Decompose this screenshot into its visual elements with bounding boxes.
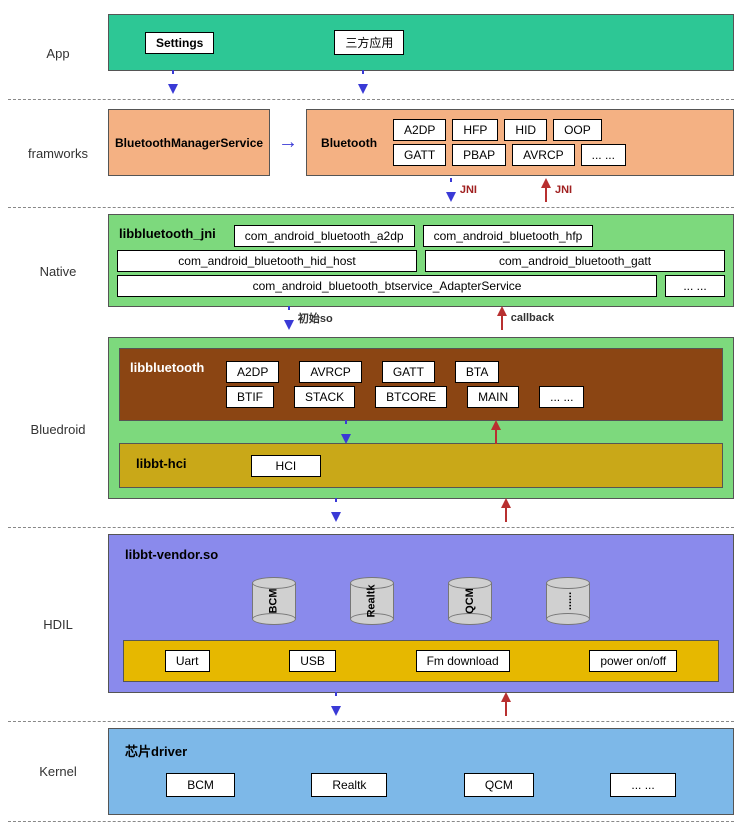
jni-adapter: com_android_bluetooth_btservice_AdapterS… — [117, 275, 657, 297]
arrow-up-icon — [501, 692, 511, 716]
separator — [8, 99, 734, 100]
jni-hid: com_android_bluetooth_hid_host — [117, 250, 417, 272]
separator — [8, 721, 734, 722]
profile-oop: OOP — [553, 119, 602, 141]
cyl-qcm-label: QCM — [464, 588, 476, 614]
separator — [8, 207, 734, 208]
layer-label-kernel: Kernel — [8, 728, 108, 815]
profile-pbap: PBAP — [452, 144, 506, 166]
hci-title: libbt-hci — [134, 454, 191, 477]
lib-main: MAIN — [467, 386, 519, 408]
chip-realtk: Realtk — [311, 773, 387, 797]
jni-hfp: com_android_bluetooth_hfp — [423, 225, 594, 247]
arrow-up-icon — [541, 178, 551, 202]
hdil-container: libbt-vendor.so BCM Realtk QCM ...... Ua… — [108, 534, 734, 693]
chip-more: ... ... — [610, 773, 675, 797]
profile-hfp: HFP — [452, 119, 498, 141]
arrow-down-icon — [331, 692, 341, 716]
lib-btif: BTIF — [226, 386, 274, 408]
arrow-up-icon — [497, 306, 507, 330]
bluedroid-container: libbluetooth A2DP AVRCP GATT BTA BTIF ST… — [108, 337, 734, 499]
arrow-down-icon — [284, 306, 294, 330]
profile-gatt: GATT — [393, 144, 446, 166]
bluetooth-title: Bluetooth — [315, 136, 383, 150]
layer-kernel: Kernel 芯片driver BCM Realtk QCM ... ... — [8, 724, 734, 819]
kernel-title: 芯片driver — [123, 739, 719, 766]
arrow-down-icon — [341, 420, 351, 444]
native-title: libbluetooth_jni — [117, 224, 226, 247]
arrow-up-icon — [491, 420, 501, 444]
arrow-down-icon — [446, 178, 456, 202]
kernel-container: 芯片driver BCM Realtk QCM ... ... — [108, 728, 734, 815]
layer-label-bluedroid: Bluedroid — [8, 337, 108, 521]
lib-title: libbluetooth — [128, 358, 218, 381]
transport-container: Uart USB Fm download power on/off — [123, 640, 719, 682]
libbt-hci-container: libbt-hci HCI — [119, 443, 723, 488]
hdil-title: libbt-vendor.so — [123, 545, 719, 568]
layer-native: Native libbluetooth_jni com_android_blue… — [8, 210, 734, 333]
callback-label: callback — [511, 312, 554, 324]
profile-avrcp: AVRCP — [512, 144, 574, 166]
init-label: 初始so — [298, 310, 333, 326]
lib-avrcp: AVRCP — [299, 361, 361, 383]
box-bluetooth: Bluetooth A2DP HFP HID OOP GATT PBAP AVR… — [306, 109, 734, 176]
cyl-realtk-label: Realtk — [366, 584, 378, 617]
architecture-diagram: App Settings 三方应用 framworks BluetoothMan… — [0, 0, 742, 834]
jni-a2dp: com_android_bluetooth_a2dp — [234, 225, 415, 247]
layer-label-native: Native — [8, 214, 108, 329]
transport-power: power on/off — [589, 650, 677, 672]
profile-more: ... ... — [581, 144, 626, 166]
lib-gatt: GATT — [382, 361, 435, 383]
layer-app: App Settings 三方应用 — [8, 10, 734, 97]
app-container: Settings 三方应用 — [108, 14, 734, 71]
separator — [8, 527, 734, 528]
layer-label-hdil: HDIL — [8, 534, 108, 715]
chip-qcm: QCM — [464, 773, 534, 797]
jni-gatt: com_android_bluetooth_gatt — [425, 250, 725, 272]
libbluetooth-container: libbluetooth A2DP AVRCP GATT BTA BTIF ST… — [119, 348, 723, 421]
cylinder-bcm: BCM — [252, 577, 296, 625]
lib-bta: BTA — [455, 361, 499, 383]
lib-more: ... ... — [539, 386, 584, 408]
lib-a2dp: A2DP — [226, 361, 279, 383]
box-bms: BluetoothManagerService — [108, 109, 270, 176]
layer-label-frameworks: framworks — [8, 106, 108, 201]
arrow-down-icon — [358, 70, 368, 94]
native-container: libbluetooth_jni com_android_bluetooth_a… — [108, 214, 734, 307]
arrow-down-icon — [168, 70, 178, 94]
bms-label: BluetoothManagerService — [115, 136, 263, 150]
cyl-more-label: ...... — [562, 592, 574, 610]
layer-label-app: App — [8, 14, 108, 93]
jni-label: JNI — [555, 184, 572, 196]
lib-btcore: BTCORE — [375, 386, 447, 408]
lib-stack: STACK — [294, 386, 355, 408]
transport-fm: Fm download — [416, 650, 510, 672]
cylinder-realtk: Realtk — [350, 577, 394, 625]
layer-bluedroid: Bluedroid libbluetooth A2DP AVRCP GATT B… — [8, 333, 734, 525]
layer-frameworks: framworks BluetoothManagerService → Blue… — [8, 102, 734, 205]
transport-usb: USB — [289, 650, 336, 672]
transport-uart: Uart — [165, 650, 210, 672]
jni-more: ... ... — [665, 275, 725, 297]
separator — [8, 821, 734, 822]
arrow-up-icon — [501, 498, 511, 522]
jni-label: JNI — [460, 184, 477, 196]
box-settings: Settings — [145, 32, 214, 54]
cylinder-more: ...... — [546, 577, 590, 625]
cyl-bcm-label: BCM — [268, 588, 280, 613]
profile-a2dp: A2DP — [393, 119, 446, 141]
arrow-down-icon — [331, 498, 341, 522]
layer-hdil: HDIL libbt-vendor.so BCM Realtk QCM ....… — [8, 530, 734, 719]
hci-box: HCI — [251, 455, 322, 477]
box-thirdparty: 三方应用 — [334, 30, 404, 55]
cylinder-qcm: QCM — [448, 577, 492, 625]
arrow-right-icon: → — [278, 109, 298, 176]
chip-bcm: BCM — [166, 773, 235, 797]
profile-hid: HID — [504, 119, 547, 141]
